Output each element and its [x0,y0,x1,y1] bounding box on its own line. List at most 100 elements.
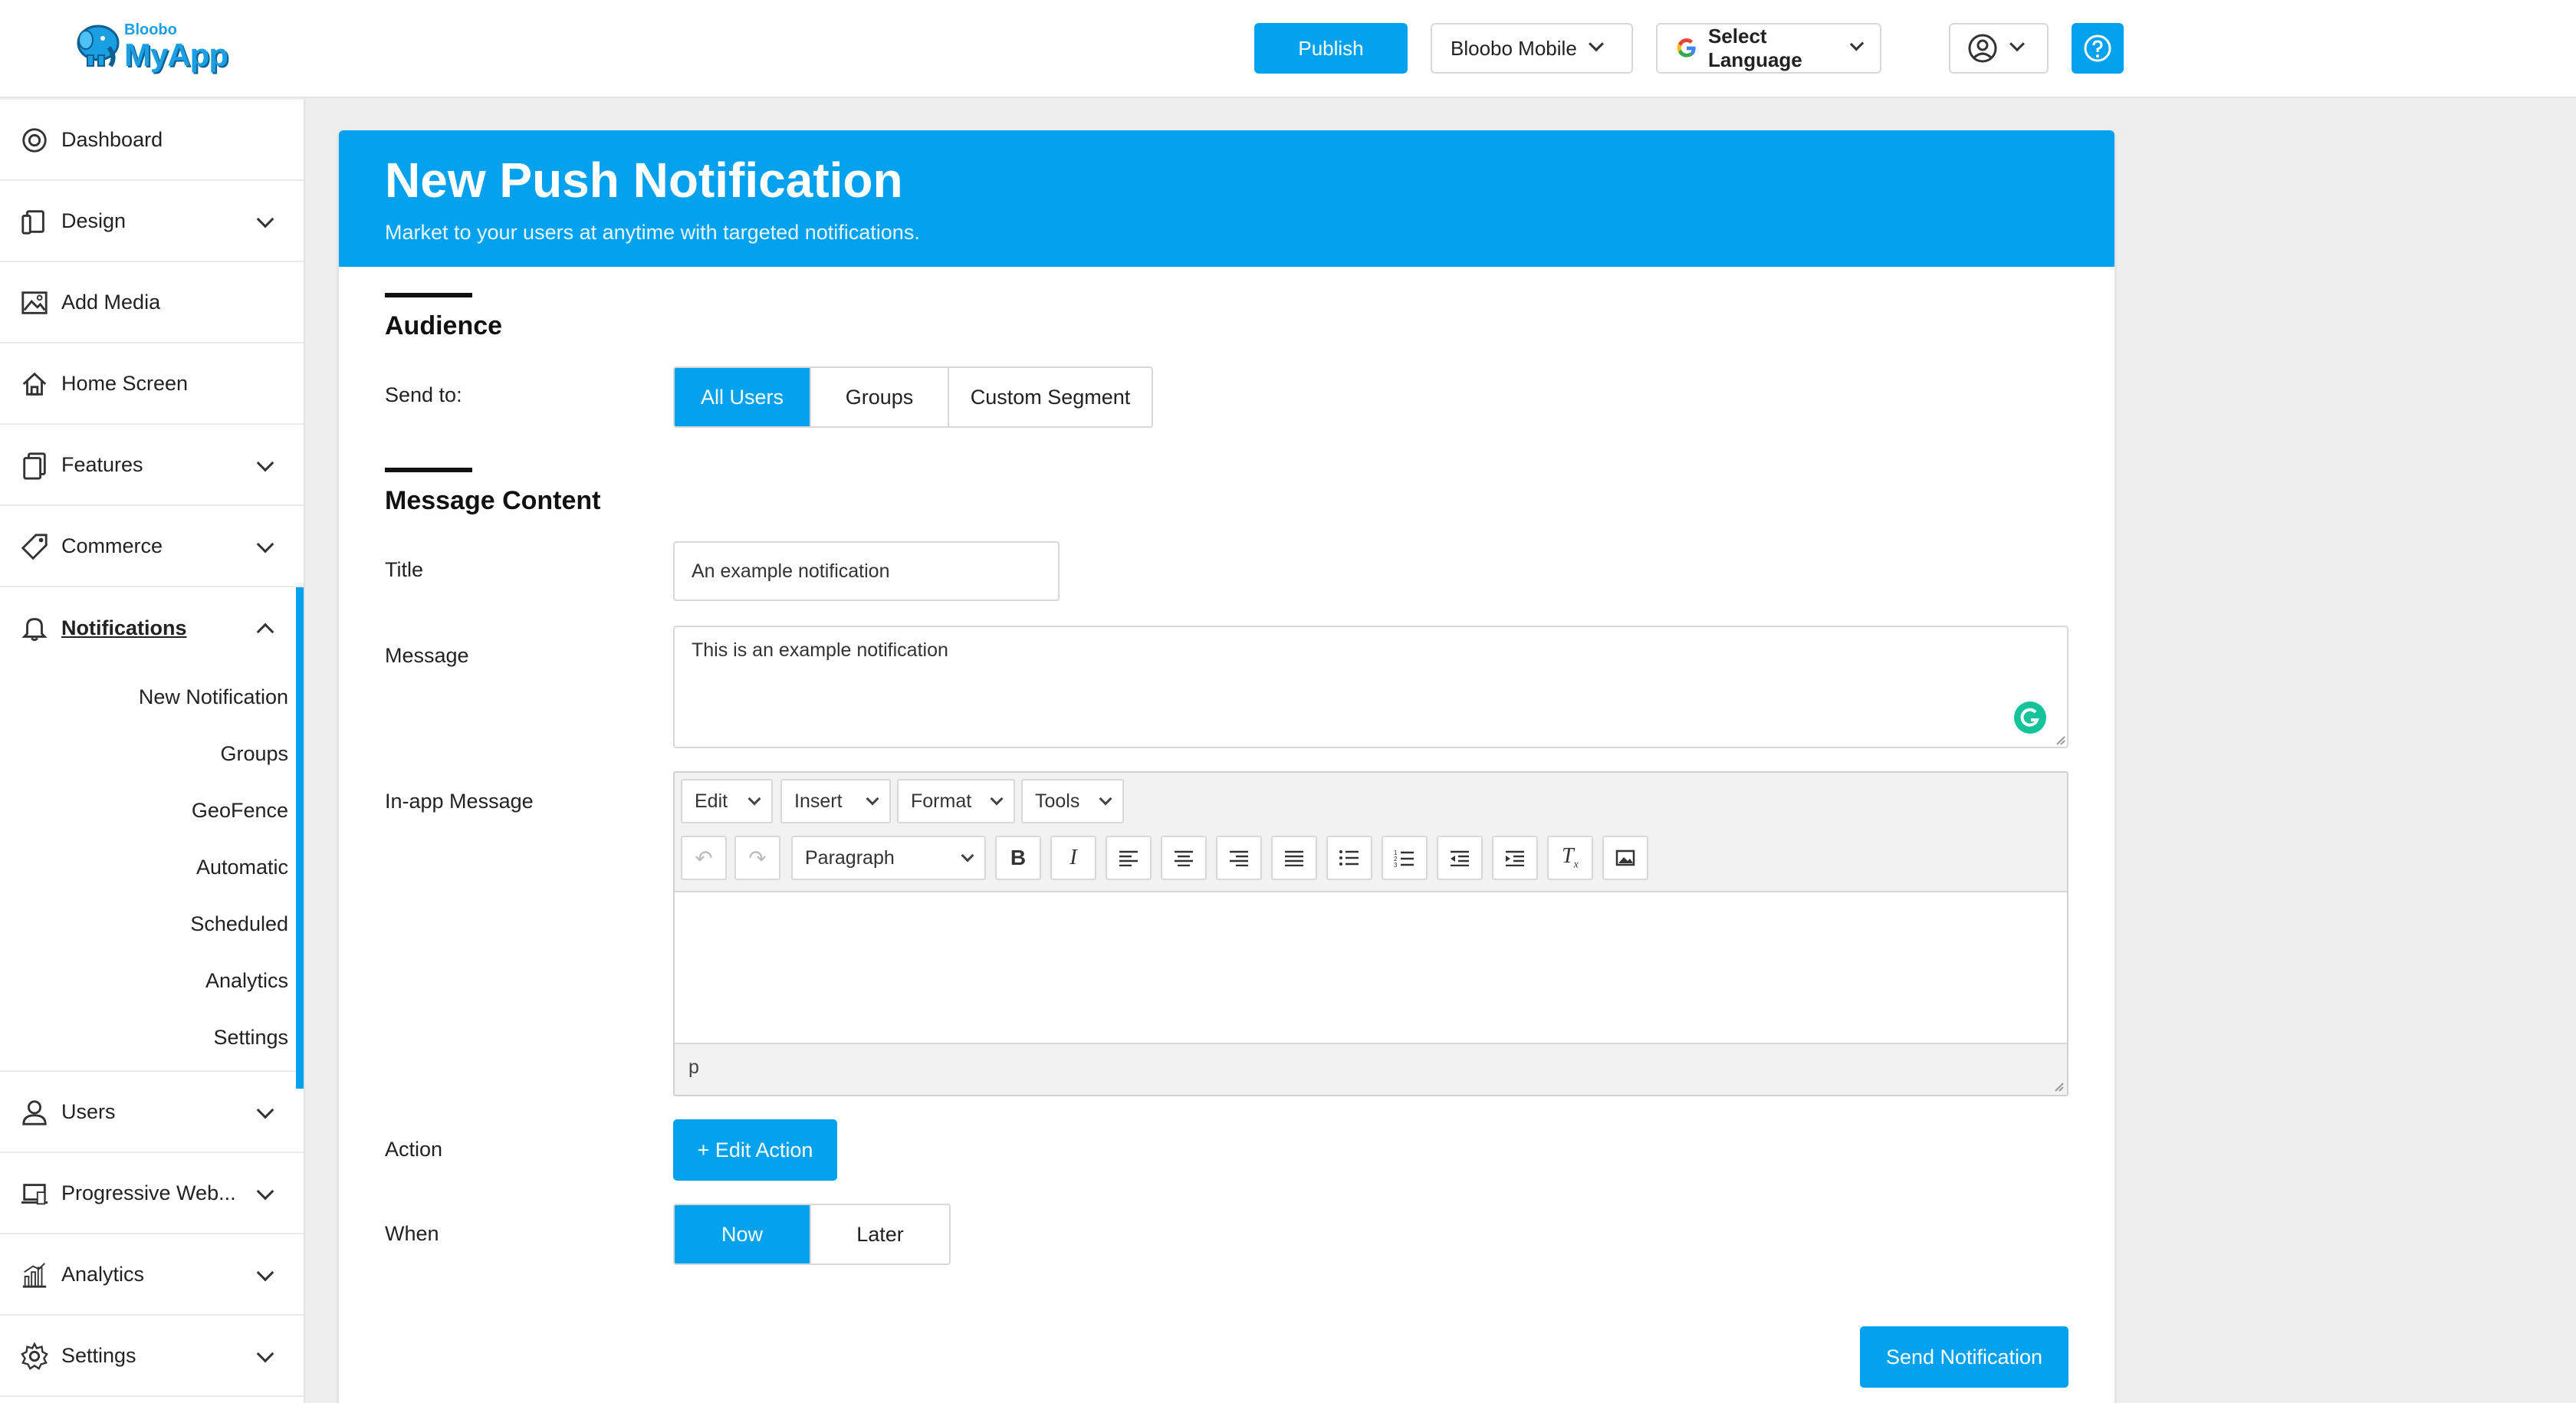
numbered-list-icon: 123 [1394,849,1414,867]
align-right-button[interactable] [1216,836,1262,880]
send-to-label: Send to: [385,383,462,406]
resize-handle-icon[interactable] [2053,733,2065,745]
italic-button[interactable]: I [1050,836,1096,880]
justify-button[interactable] [1271,836,1317,880]
bullet-list-button[interactable] [1326,836,1372,880]
language-selector-dropdown[interactable]: Select Language [1656,23,1881,74]
chevron-down-icon [256,1182,274,1201]
resize-handle-icon[interactable] [2052,1079,2064,1092]
sidebar-item-label: Notifications [61,616,187,639]
message-label: Message [385,644,469,667]
indent-icon [1506,850,1524,866]
redo-button[interactable]: ↷ [734,836,780,880]
undo-icon: ↶ [695,846,713,870]
sidebar-item-settings[interactable]: Settings [0,1316,304,1397]
bold-button[interactable]: B [995,836,1041,880]
when-option-now[interactable]: Now [675,1205,811,1263]
sidebar-item-dashboard[interactable]: Dashboard [0,100,304,181]
editor-menu-tools[interactable]: Tools [1021,779,1124,823]
edit-action-button[interactable]: + Edit Action [673,1119,837,1181]
submenu-item-geofence[interactable]: GeoFence [0,782,304,839]
align-right-icon [1230,850,1248,866]
menu-label: Insert [794,790,843,812]
message-text: This is an example notification [692,639,948,661]
when-option-later[interactable]: Later [811,1205,949,1263]
editor-menu-format[interactable]: Format [897,779,1015,823]
editor-element-path: p [688,1056,699,1078]
sidebar-item-label: Settings [61,1343,136,1367]
chevron-down-icon [748,792,761,806]
svg-text:3: 3 [1394,862,1398,867]
align-center-button[interactable] [1161,836,1207,880]
chart-icon [22,1263,47,1288]
audience-option-custom-segment[interactable]: Custom Segment [949,368,1152,426]
sidebar-item-progressive-web[interactable]: Progressive Web... [0,1153,304,1234]
design-icon [21,210,44,235]
image-icon [21,291,48,314]
sidebar-item-features[interactable]: Features [0,425,304,506]
chevron-down-icon [1099,792,1112,806]
sidebar-item-commerce[interactable]: Commerce [0,506,304,587]
send-notification-button[interactable]: Send Notification [1860,1326,2068,1388]
menu-label: Edit [695,790,728,812]
language-selector-value: Select Language [1707,25,1802,71]
sidebar-item-analytics[interactable]: Analytics [0,1234,304,1316]
submenu-item-automatic[interactable]: Automatic [0,839,304,895]
numbered-list-button[interactable]: 123 [1382,836,1428,880]
bullet-list-icon [1339,850,1359,866]
outdent-button[interactable] [1437,836,1483,880]
redo-icon: ↷ [748,846,767,870]
submenu-item-new-notification[interactable]: New Notification [0,669,304,725]
sidebar-item-home-screen[interactable]: Home Screen [0,343,304,425]
dashboard-icon [22,128,47,153]
chevron-down-icon [1588,36,1604,52]
undo-button[interactable]: ↶ [681,836,727,880]
indent-button[interactable] [1492,836,1538,880]
block-format-select[interactable]: Paragraph [791,836,986,880]
audience-option-groups[interactable]: Groups [811,368,949,426]
sidebar-item-design[interactable]: Design [0,181,304,262]
clear-formatting-button[interactable]: Tx [1547,836,1593,880]
editor-menu-insert[interactable]: Insert [780,779,891,823]
user-icon [22,1100,47,1125]
message-textarea[interactable]: This is an example notification [673,626,2068,748]
chevron-down-icon [990,792,1004,806]
chevron-down-icon [256,454,274,472]
insert-image-button[interactable] [1602,836,1648,880]
notifications-group: Notifications New Notification Groups Ge… [0,587,304,1089]
sidebar-item-label: Features [61,452,143,476]
sidebar-item-label: Design [61,209,127,232]
notifications-submenu: New Notification Groups GeoFence Automat… [0,669,304,1070]
chevron-down-icon [2009,36,2025,52]
app-selector-value: Bloobo Mobile [1451,36,1577,60]
audience-option-all-users[interactable]: All Users [675,368,811,426]
submenu-item-settings[interactable]: Settings [0,1009,304,1066]
editor-menu-edit[interactable]: Edit [681,779,773,823]
editor-content-area[interactable] [675,891,2067,1044]
align-left-button[interactable] [1106,836,1152,880]
publish-button[interactable]: Publish [1254,23,1408,74]
sidebar-item-add-media[interactable]: Add Media [0,262,304,343]
section-rule [385,293,472,297]
sidebar-item-label: Commerce [61,534,163,557]
title-input[interactable]: An example notification [673,541,1060,601]
submenu-item-scheduled[interactable]: Scheduled [0,895,304,952]
grammarly-icon[interactable] [2013,701,2047,734]
app-selector-dropdown[interactable]: Bloobo Mobile [1431,23,1633,74]
sidebar-item-notifications[interactable]: Notifications [0,587,304,669]
account-menu-dropdown[interactable] [1949,23,2049,74]
help-icon [2084,34,2111,62]
help-button[interactable] [2072,23,2124,74]
bell-icon [21,618,48,642]
sidebar-item-label: Users [61,1099,116,1123]
app-logo[interactable]: Bloobo MyApp [75,18,228,77]
when-segmented-control: Now Later [673,1204,951,1265]
home-icon [22,372,47,396]
submenu-item-analytics[interactable]: Analytics [0,952,304,1009]
submenu-item-groups[interactable]: Groups [0,725,304,782]
title-label: Title [385,558,424,581]
user-avatar-icon [1968,34,1997,63]
sidebar-item-users[interactable]: Users [0,1072,304,1153]
rich-text-editor: Edit Insert Format Tools ↶ ↷ Paragraph B… [673,771,2068,1096]
chevron-down-icon [256,1263,274,1282]
